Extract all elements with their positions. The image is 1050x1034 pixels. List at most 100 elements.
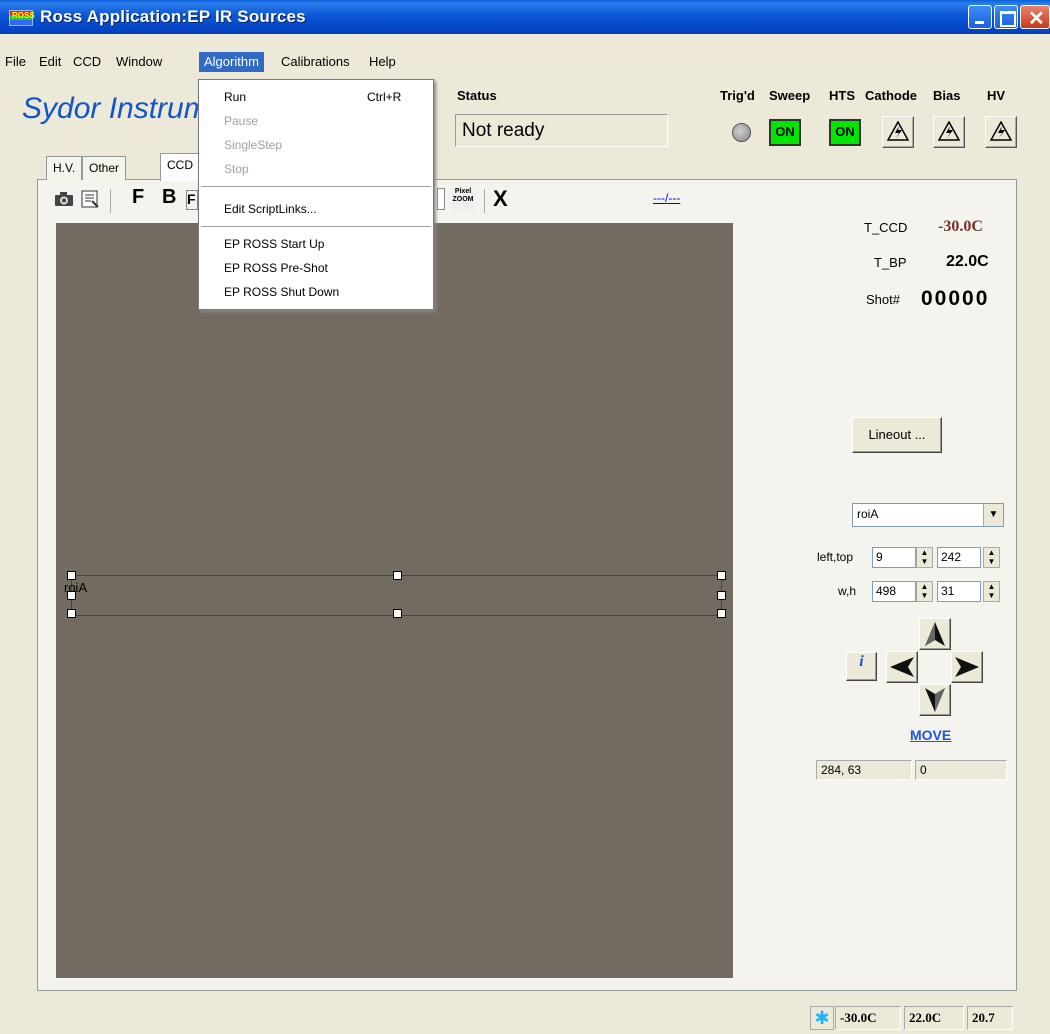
- menu-edit[interactable]: Edit: [34, 52, 66, 72]
- left-spinner[interactable]: ▲ ▼: [916, 547, 933, 568]
- menu-algorithm[interactable]: Algorithm: [199, 52, 264, 72]
- top-input[interactable]: 242: [937, 547, 981, 568]
- roi-handle[interactable]: [67, 571, 76, 580]
- tab-ccd[interactable]: CCD: [160, 153, 200, 181]
- page-icon[interactable]: [437, 188, 445, 210]
- roi-handle[interactable]: [717, 591, 726, 600]
- menu-ccd[interactable]: CCD: [68, 52, 106, 72]
- menu-separator: [201, 186, 431, 187]
- info-button[interactable]: i: [846, 652, 877, 681]
- f-button[interactable]: F: [132, 186, 144, 209]
- statusbar-t-bp: 22.0C: [904, 1006, 964, 1030]
- roi-handle[interactable]: [717, 609, 726, 618]
- roi-handle[interactable]: [393, 609, 402, 618]
- arrow-down-icon: [925, 688, 945, 712]
- bias-label: Bias: [933, 88, 961, 103]
- roi-handle[interactable]: [393, 571, 402, 580]
- menu-calibrations[interactable]: Calibrations: [276, 52, 355, 72]
- chevron-down-icon[interactable]: ▼: [983, 504, 1003, 526]
- menu-item-start-up[interactable]: EP ROSS Start Up: [224, 237, 324, 251]
- camera-icon[interactable]: [54, 190, 74, 214]
- width-input[interactable]: 498: [872, 581, 916, 602]
- menu-file[interactable]: File: [0, 52, 31, 72]
- arrow-left-icon: [890, 657, 914, 677]
- move-right-button[interactable]: [951, 651, 983, 683]
- menu-item-pause[interactable]: Pause: [224, 114, 258, 128]
- move-up-button[interactable]: [919, 618, 951, 650]
- b-button[interactable]: B: [162, 186, 176, 209]
- menu-item-shut-down[interactable]: EP ROSS Shut Down: [224, 285, 339, 299]
- company-logo: Sydor Instrum: [22, 92, 209, 125]
- t-ccd-label: T_CCD: [864, 220, 908, 235]
- menu-bar: File Edit CCD Window Algorithm Calibrati…: [0, 52, 1050, 72]
- tab-hv[interactable]: H.V.: [46, 156, 83, 180]
- window-title: Ross Application:EP IR Sources: [40, 7, 306, 26]
- wh-label: w,h: [838, 584, 857, 598]
- hv-label: HV: [987, 88, 1006, 103]
- t-bp-value: 22.0C: [946, 253, 989, 270]
- sweep-indicator[interactable]: ON: [769, 119, 801, 146]
- toolbar-divider: [110, 189, 111, 213]
- menu-window[interactable]: Window: [111, 52, 167, 72]
- high-voltage-icon: [886, 120, 910, 141]
- roi-handle[interactable]: [717, 571, 726, 580]
- left-input[interactable]: 9: [872, 547, 916, 568]
- cathode-label: Cathode: [865, 88, 917, 103]
- title-bar[interactable]: ROSS Ross Application:EP IR Sources ✕: [0, 0, 1050, 34]
- menu-item-edit-scriptlinks[interactable]: Edit ScriptLinks...: [224, 202, 317, 216]
- tab-other[interactable]: Other: [82, 156, 127, 180]
- close-icon: ✕: [1028, 8, 1045, 30]
- lineout-button[interactable]: Lineout ...: [852, 417, 942, 453]
- hv-button[interactable]: [985, 116, 1017, 148]
- roi-rectangle[interactable]: [67, 571, 726, 618]
- coordinate-readout: 284, 63: [816, 760, 912, 780]
- cursor-position-link[interactable]: ---/---: [653, 191, 680, 205]
- height-spinner[interactable]: ▲ ▼: [983, 581, 1000, 602]
- height-input[interactable]: 31: [937, 581, 981, 602]
- trigd-label: Trig'd: [720, 88, 755, 103]
- t-ccd-value: -30.0C: [938, 218, 983, 235]
- maximize-button[interactable]: [994, 5, 1018, 29]
- algorithm-menu: Run Ctrl+R Pause SingleStep Stop Edit Sc…: [198, 79, 434, 310]
- toolbar-divider: [484, 189, 485, 213]
- partial-field[interactable]: F: [186, 190, 198, 210]
- width-spinner[interactable]: ▲ ▼: [916, 581, 933, 602]
- close-button[interactable]: ✕: [1020, 5, 1050, 30]
- move-down-button[interactable]: [919, 684, 951, 716]
- clear-button[interactable]: X: [493, 186, 508, 212]
- menu-separator: [201, 226, 431, 227]
- menu-item-single-step[interactable]: SingleStep: [224, 138, 282, 152]
- menu-item-stop[interactable]: Stop: [224, 162, 249, 176]
- statusbar-value: 20.7: [967, 1006, 1013, 1030]
- trigger-indicator: [732, 123, 751, 142]
- top-spinner[interactable]: ▲ ▼: [983, 547, 1000, 568]
- left-top-label: left,top: [817, 550, 854, 564]
- roi-label: roiA: [64, 580, 88, 595]
- roi-select-value: roiA: [857, 507, 879, 521]
- hts-indicator[interactable]: ON: [829, 119, 861, 146]
- shot-label: Shot#: [866, 292, 900, 307]
- hts-label: HTS: [829, 88, 855, 103]
- t-bp-label: T_BP: [874, 255, 907, 270]
- high-voltage-icon: [937, 120, 961, 141]
- menu-item-run[interactable]: Run: [224, 90, 246, 104]
- pixel-zoom-button[interactable]: Pixel ZOOM: [452, 188, 474, 210]
- properties-icon[interactable]: [80, 189, 100, 215]
- high-voltage-icon: [989, 120, 1013, 141]
- status-display: Not ready: [455, 114, 668, 147]
- shot-number: 00000: [921, 287, 990, 310]
- bias-button[interactable]: [933, 116, 965, 148]
- roi-handle[interactable]: [67, 609, 76, 618]
- move-link[interactable]: MOVE: [910, 727, 951, 743]
- cathode-button[interactable]: [882, 116, 914, 148]
- move-left-button[interactable]: [886, 651, 918, 683]
- menu-help[interactable]: Help: [364, 52, 401, 72]
- menu-item-pre-shot[interactable]: EP ROSS Pre-Shot: [224, 261, 328, 275]
- arrow-right-icon: [955, 657, 979, 677]
- status-label: Status: [457, 88, 497, 103]
- roi-select[interactable]: roiA ▼: [852, 503, 1004, 527]
- pixel-zoom-line1: Pixel: [454, 188, 472, 195]
- info-icon: i: [859, 653, 864, 670]
- snowflake-icon: ✱: [810, 1006, 834, 1030]
- minimize-button[interactable]: [968, 5, 992, 29]
